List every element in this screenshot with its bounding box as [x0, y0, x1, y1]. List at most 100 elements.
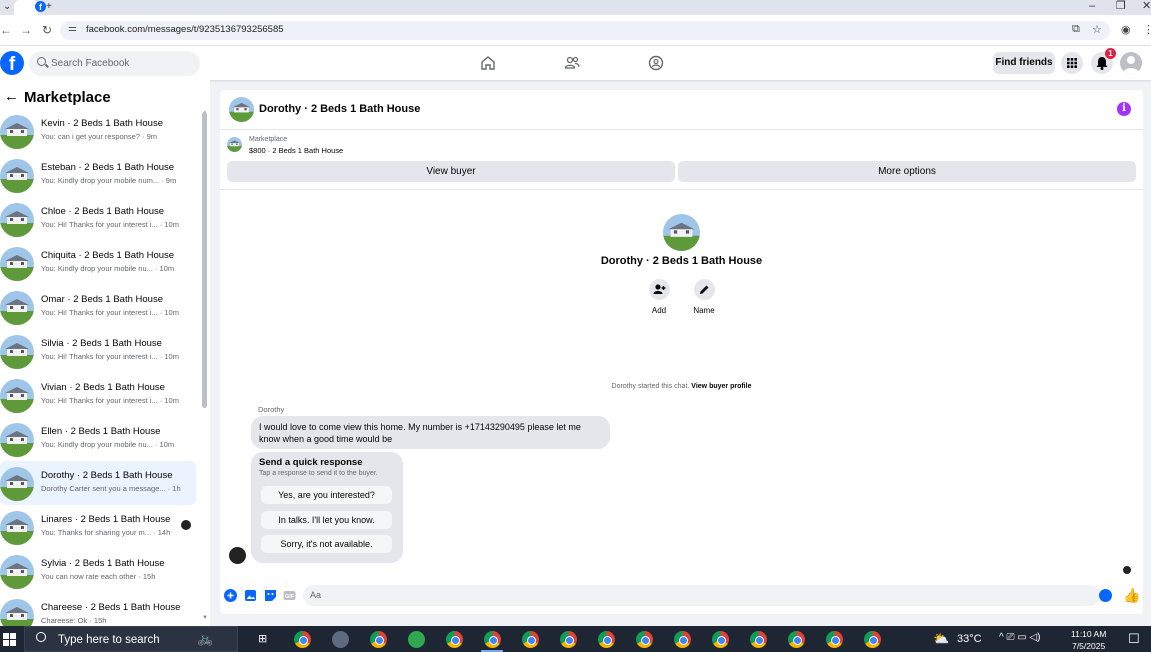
- taskbar-search-placeholder: Type here to search: [58, 634, 160, 646]
- new-tab-button[interactable]: +: [46, 0, 52, 14]
- weather-temperature[interactable]: 33°C: [957, 633, 982, 645]
- more-options-button[interactable]: More options: [678, 161, 1136, 182]
- pencil-icon[interactable]: [693, 279, 715, 300]
- close-window-icon[interactable]: ✕: [1142, 0, 1151, 13]
- url-field[interactable]: ⚌ facebook.com/messages/t/92351367932565…: [60, 21, 1110, 40]
- search-input[interactable]: Search Facebook: [29, 51, 200, 76]
- conversation-item[interactable]: Vivian · 2 Beds 1 Bath House You: Hi! Tha…: [0, 373, 200, 417]
- scroll-down-icon[interactable]: ▼: [202, 615, 208, 621]
- browser-tab-facebook[interactable]: f: [14, 0, 46, 15]
- view-buyer-profile-link[interactable]: View buyer profile: [691, 383, 751, 390]
- conversation-preview: Chareese: Ok · 15h: [41, 616, 107, 625]
- windows-start-icon[interactable]: [3, 633, 16, 646]
- conversation-preview: You: Hi! Thanks for your interest i... ·…: [41, 352, 179, 361]
- conversation-item[interactable]: Dorothy · 2 Beds 1 Bath House Dorothy Car…: [0, 461, 196, 505]
- utorrent-icon[interactable]: [408, 631, 425, 648]
- minimize-icon[interactable]: –: [1089, 0, 1095, 13]
- conversation-item[interactable]: Esteban · 2 Beds 1 Bath House You: Kindly…: [0, 153, 200, 197]
- chrome-app-icon[interactable]: [788, 631, 805, 648]
- listing-price-title[interactable]: $800 · 2 Beds 1 Bath House: [249, 146, 343, 155]
- conversation-title: Dorothy · 2 Beds 1 Bath House: [41, 470, 173, 481]
- friends-icon[interactable]: [564, 55, 580, 71]
- bookmark-star-icon[interactable]: ☆: [1092, 23, 1102, 36]
- facebook-logo[interactable]: f: [0, 51, 24, 75]
- chrome-app-icon[interactable]: [598, 631, 615, 648]
- plus-circle-icon[interactable]: [224, 589, 237, 602]
- chrome-app-icon[interactable]: [826, 631, 843, 648]
- chrome-app-icon[interactable]: [294, 631, 311, 648]
- system-clock[interactable]: 11:10 AM 7/5/2025: [1071, 628, 1106, 652]
- name-action[interactable]: Name: [684, 279, 724, 315]
- listing-thumbnail: [0, 423, 34, 457]
- conversation-title: Vivian · 2 Beds 1 Bath House: [41, 382, 165, 393]
- svg-text:GIF: GIF: [285, 594, 295, 600]
- bicycle-icon: 🚲: [197, 631, 214, 646]
- conversation-item[interactable]: Omar · 2 Beds 1 Bath House You: Hi! Thank…: [0, 285, 200, 329]
- thumbs-up-icon[interactable]: 👍: [1123, 587, 1140, 604]
- back-arrow-icon[interactable]: ←: [4, 88, 19, 105]
- forward-arrow-icon[interactable]: →: [20, 23, 32, 37]
- photo-icon[interactable]: [244, 589, 257, 602]
- header-divider: [220, 189, 1143, 190]
- pinned-app-icon[interactable]: [332, 631, 349, 648]
- tray-tray-icons[interactable]: ^ ⎚ ▭ ◁): [999, 632, 1041, 643]
- weather-icon[interactable]: ⛅: [933, 631, 949, 647]
- task-view-icon[interactable]: ⊞: [258, 632, 267, 645]
- notification-center-icon[interactable]: ☐: [1128, 631, 1140, 647]
- find-friends-button[interactable]: Find friends: [993, 52, 1055, 74]
- conversation-item[interactable]: Chiquita · 2 Beds 1 Bath House You: Kindl…: [0, 241, 200, 285]
- conversation-item[interactable]: Kevin · 2 Beds 1 Bath House You: can i ge…: [0, 109, 200, 153]
- back-arrow-icon[interactable]: ←: [0, 23, 12, 37]
- tab-search-chevron-icon[interactable]: ⌄: [3, 0, 11, 14]
- seen-indicator-avatar: [1123, 566, 1131, 574]
- listing-thumbnail: [0, 291, 34, 325]
- message-input[interactable]: Aa: [303, 585, 1100, 606]
- profile-icon[interactable]: ◉: [1121, 23, 1131, 36]
- conversation-item[interactable]: Sylvia · 2 Beds 1 Bath House You can now …: [0, 549, 200, 593]
- sidebar-scrollbar[interactable]: [202, 112, 207, 408]
- quick-reply-yes-button[interactable]: Yes, are you interested?: [261, 486, 392, 504]
- info-icon[interactable]: i: [1117, 102, 1131, 116]
- conversation-item[interactable]: Ellen · 2 Beds 1 Bath House You: Kindly d…: [0, 417, 200, 461]
- reload-icon[interactable]: ↻: [42, 23, 52, 37]
- chrome-app-icon[interactable]: [522, 631, 539, 648]
- listing-thumbnail[interactable]: [229, 97, 254, 122]
- emoji-icon[interactable]: [1099, 589, 1112, 602]
- conversation-item[interactable]: Linares · 2 Beds 1 Bath House You: Thanks…: [0, 505, 200, 549]
- chat-title[interactable]: Dorothy · 2 Beds 1 Bath House: [259, 103, 420, 115]
- add-person-icon[interactable]: [648, 279, 670, 300]
- conversation-item[interactable]: Chareese · 2 Beds 1 Bath House Chareese: …: [0, 593, 200, 626]
- browser-menu-icon[interactable]: ⋮: [1143, 23, 1151, 36]
- listing-thumbnail: [0, 379, 34, 413]
- account-avatar[interactable]: [1120, 52, 1142, 74]
- gif-icon[interactable]: GIF: [283, 589, 296, 602]
- chrome-app-icon[interactable]: [674, 631, 691, 648]
- conversation-item[interactable]: Chloe · 2 Beds 1 Bath House You: Hi! Than…: [0, 197, 200, 241]
- chat-started-notice: Dorothy started this chat. View buyer pr…: [220, 383, 1143, 390]
- message-composer: GIF Aa 👍: [220, 584, 1143, 608]
- chrome-app-icon[interactable]: [712, 631, 729, 648]
- groups-icon[interactable]: [648, 55, 664, 71]
- menu-grid-button[interactable]: [1061, 52, 1083, 74]
- add-action[interactable]: Add: [639, 279, 679, 315]
- quick-reply-in-talks-button[interactable]: In talks. I'll let you know.: [261, 511, 392, 529]
- restore-icon[interactable]: ❐: [1116, 0, 1126, 13]
- chrome-app-icon[interactable]: [864, 631, 881, 648]
- chrome-app-icon[interactable]: [446, 631, 463, 648]
- chrome-app-icon[interactable]: [636, 631, 653, 648]
- chrome-app-icon[interactable]: [560, 631, 577, 648]
- taskbar-search-input[interactable]: Type here to search 🚲: [24, 626, 238, 652]
- default-avatar-icon: [1123, 56, 1139, 74]
- home-icon[interactable]: [480, 55, 496, 71]
- chrome-app-icon[interactable]: [750, 631, 767, 648]
- facebook-header: f Search Facebook Find friends 1: [0, 46, 1151, 80]
- conversation-item[interactable]: Silvia · 2 Beds 1 Bath House You: Hi! Tha…: [0, 329, 200, 373]
- view-buyer-button[interactable]: View buyer: [227, 161, 675, 182]
- chrome-app-icon-active[interactable]: [484, 631, 501, 648]
- install-app-icon[interactable]: ⧉: [1072, 23, 1080, 36]
- sticker-icon[interactable]: [264, 589, 277, 602]
- site-settings-icon[interactable]: ⚌: [68, 23, 77, 34]
- seen-avatar: [181, 520, 191, 530]
- quick-reply-not-available-button[interactable]: Sorry, it's not available.: [261, 535, 392, 553]
- chrome-app-icon[interactable]: [370, 631, 387, 648]
